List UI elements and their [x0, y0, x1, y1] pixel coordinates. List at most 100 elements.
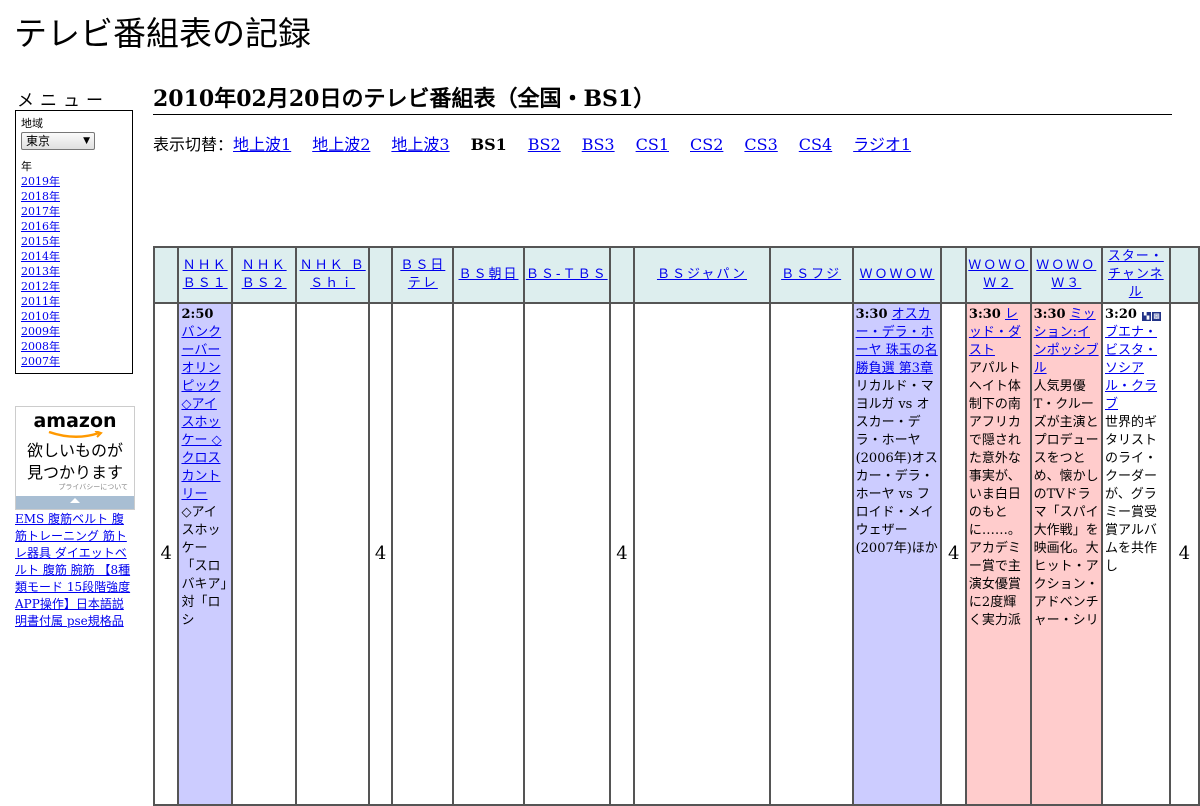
switch-radio-1[interactable]: ラジオ1 — [853, 135, 911, 154]
switch-cs4[interactable]: CS4 — [799, 135, 832, 154]
ad-product-link[interactable]: EMS 腹筋ベルト 腹筋トレーニング 筋トレ器具 ダイエットベルト 腹筋 腕筋 … — [15, 511, 135, 630]
switch-bs1-current: BS1 — [470, 135, 507, 154]
channel-header: ＷＯＷＯＷ — [851, 246, 943, 304]
hour-header — [608, 246, 636, 304]
channel-link-bs-ntv[interactable]: ＢＳ日テレ — [400, 258, 445, 291]
switch-cs2[interactable]: CS2 — [690, 135, 723, 154]
channel-link-wowow[interactable]: ＷＯＷＯＷ — [860, 267, 935, 282]
program-cell-empty — [230, 302, 298, 806]
program-title-link[interactable]: ブエナ・ビスタ・ソシアル・クラブ — [1105, 325, 1157, 412]
year-link-2015[interactable]: 2015年 — [21, 235, 60, 248]
channel-header: ＷＯＷＯＷ２ — [964, 246, 1032, 304]
amazon-ad[interactable]: amazon 欲しいものが 見つかります プライバシーについて — [15, 406, 135, 510]
year-list: 2019年 2018年 2017年 2016年 2015年 2014年 2013… — [21, 174, 127, 369]
amazon-logo: amazon — [33, 410, 117, 432]
program-title-link[interactable]: バンクーバーオリンピック ◇アイスホッケー ◇クロスカントリー — [181, 325, 221, 502]
channel-link-nhk-bs2[interactable]: ＮＨＫ ＢＳ２ — [242, 258, 287, 291]
channel-header: ＢＳジャパン — [633, 246, 771, 304]
year-link-2016[interactable]: 2016年 — [21, 220, 60, 233]
menu-box: 地域 東京 ▼ 年 2019年 2018年 2017年 2016年 2015年 … — [15, 110, 133, 374]
channel-header: ＮＨＫ ＢＳｈｉ — [295, 246, 370, 304]
switch-cs3[interactable]: CS3 — [744, 135, 777, 154]
program-time: 2:50 — [181, 307, 214, 322]
year-link-2014[interactable]: 2014年 — [21, 250, 60, 263]
hour-header — [152, 246, 180, 304]
stereo-badge-icon: ▩ — [1152, 312, 1162, 321]
year-label: 年 — [21, 160, 32, 173]
hour-cell: 4 — [940, 302, 967, 806]
year-link-2017[interactable]: 2017年 — [21, 205, 60, 218]
tv-guide-table: ＮＨＫ ＢＳ１ ＮＨＫ ＢＳ２ ＮＨＫ ＢＳｈｉ ＢＳ日テレ ＢＳ朝日 ＢＳ-Ｔ… — [152, 246, 1200, 806]
caption-badge-icon: ▚ — [1142, 312, 1152, 321]
program-description: 人気男優T・クルーズが主演とプロデュースをつとめ、懐かしのTVドラマ「スパイ大作… — [1033, 379, 1099, 628]
program-time: 3:30 — [1033, 307, 1066, 322]
year-link-2010[interactable]: 2010年 — [21, 310, 60, 323]
year-link-2007[interactable]: 2007年 — [21, 355, 60, 368]
channel-header: ＷＯＷＯＷ３ — [1029, 246, 1104, 304]
hour-cell: 4 — [152, 302, 180, 806]
program-description: アパルトヘイト体制下の南アフリカで隠された意外な事実が、いま白日のもとに……。ア… — [968, 361, 1021, 628]
chevron-up-icon — [70, 498, 80, 503]
program-cell: 3:30 レッド・ダスト アパルトヘイト体制下の南アフリカで隠された意外な事実が… — [964, 302, 1032, 806]
view-switcher: 表示切替：地上波1 地上波2 地上波3 BS1 BS2 BS3 CS1 CS2 CS3 CS4 ラジ… — [153, 135, 932, 155]
amazon-smile-icon — [48, 431, 103, 438]
channel-link-bs-fuji[interactable]: ＢＳフジ — [781, 267, 841, 282]
hour-header — [940, 246, 967, 304]
hour-cell: 4 — [1168, 302, 1200, 806]
hour-cell: 4 — [608, 302, 636, 806]
program-cell: 3:30 ミッション:インポッシブル 人気男優T・クルーズが主演とプロデュースを… — [1029, 302, 1104, 806]
channel-link-nhk-bs1[interactable]: ＮＨＫ ＢＳ１ — [183, 258, 228, 291]
hour-header — [367, 246, 394, 304]
year-link-2012[interactable]: 2012年 — [21, 280, 60, 293]
page-title: 2010年02月20日のテレビ番組表（全国・BS1） — [153, 84, 1172, 115]
year-link-2009[interactable]: 2009年 — [21, 325, 60, 338]
program-cell-empty — [391, 302, 455, 806]
channel-header: ＮＨＫ ＢＳ２ — [230, 246, 298, 304]
program-time: 3:30 — [855, 307, 888, 322]
program-cell: 3:20 ▚ ▩ ブエナ・ビスタ・ソシアル・クラブ 世界的ギタリストのライ・クーダ… — [1101, 302, 1171, 806]
channel-header: ＢＳ日テレ — [391, 246, 455, 304]
channel-header: スター・チャンネル — [1101, 246, 1171, 304]
switch-terrestrial-1[interactable]: 地上波1 — [233, 135, 291, 154]
program-description: 世界的ギタリストのライ・クーダーが、グラミー賞受賞アルバムを共作し — [1105, 415, 1158, 574]
program-cell-empty — [768, 302, 854, 806]
hour-header — [1168, 246, 1200, 304]
ad-privacy-link[interactable]: プライバシーについて — [16, 483, 134, 492]
chevron-down-icon: ▼ — [83, 136, 90, 146]
switch-terrestrial-3[interactable]: 地上波3 — [391, 135, 449, 154]
ad-line1: 欲しいものが — [26, 441, 123, 460]
channel-link-wowow2[interactable]: ＷＯＷＯＷ２ — [968, 258, 1028, 291]
menu-heading: メニュー — [17, 91, 109, 111]
program-time: 3:30 — [968, 307, 1001, 322]
switch-cs1[interactable]: CS1 — [636, 135, 669, 154]
year-link-2013[interactable]: 2013年 — [21, 265, 60, 278]
channel-header: ＢＳ-ＴＢＳ — [522, 246, 611, 304]
channel-link-wowow3[interactable]: ＷＯＷＯＷ３ — [1036, 258, 1096, 291]
channel-link-nhk-bshi[interactable]: ＮＨＫ ＢＳｈｉ — [300, 258, 366, 291]
channel-header: ＮＨＫ ＢＳ１ — [177, 246, 233, 304]
channel-link-bs-asahi[interactable]: ＢＳ朝日 — [459, 267, 519, 282]
hour-cell: 4 — [367, 302, 394, 806]
channel-header: ＢＳフジ — [768, 246, 854, 304]
ad-collapse-bar[interactable] — [16, 496, 134, 509]
region-select[interactable]: 東京 ▼ — [21, 132, 95, 150]
switch-bs3[interactable]: BS3 — [582, 135, 615, 154]
region-label: 地域 — [21, 117, 43, 130]
channel-header: ＢＳ朝日 — [452, 246, 525, 304]
switch-terrestrial-2[interactable]: 地上波2 — [312, 135, 370, 154]
year-link-2019[interactable]: 2019年 — [21, 175, 60, 188]
program-description: リカルド・マヨルガ vs オスカー・デラ・ホーヤ(2006年)オスカー・デラ・ホ… — [855, 379, 938, 556]
program-cell-empty — [295, 302, 370, 806]
year-link-2011[interactable]: 2011年 — [21, 295, 60, 308]
program-cell-empty — [522, 302, 611, 806]
channel-link-bs-tbs[interactable]: ＢＳ-ＴＢＳ — [526, 267, 608, 282]
channel-link-star-channel[interactable]: スター・チャンネル — [1108, 249, 1164, 300]
year-link-2008[interactable]: 2008年 — [21, 340, 60, 353]
channel-link-bs-japan[interactable]: ＢＳジャパン — [657, 267, 747, 282]
program-cell: 2:50 バンクーバーオリンピック ◇アイスホッケー ◇クロスカントリー ◇アイ… — [177, 302, 233, 806]
year-link-2018[interactable]: 2018年 — [21, 190, 60, 203]
region-select-value: 東京 — [26, 134, 51, 148]
switch-bs2[interactable]: BS2 — [528, 135, 561, 154]
ad-product-text[interactable]: EMS 腹筋ベルト 腹筋トレーニング 筋トレ器具 ダイエットベルト 腹筋 腕筋 … — [15, 512, 130, 628]
program-cell-empty — [633, 302, 771, 806]
